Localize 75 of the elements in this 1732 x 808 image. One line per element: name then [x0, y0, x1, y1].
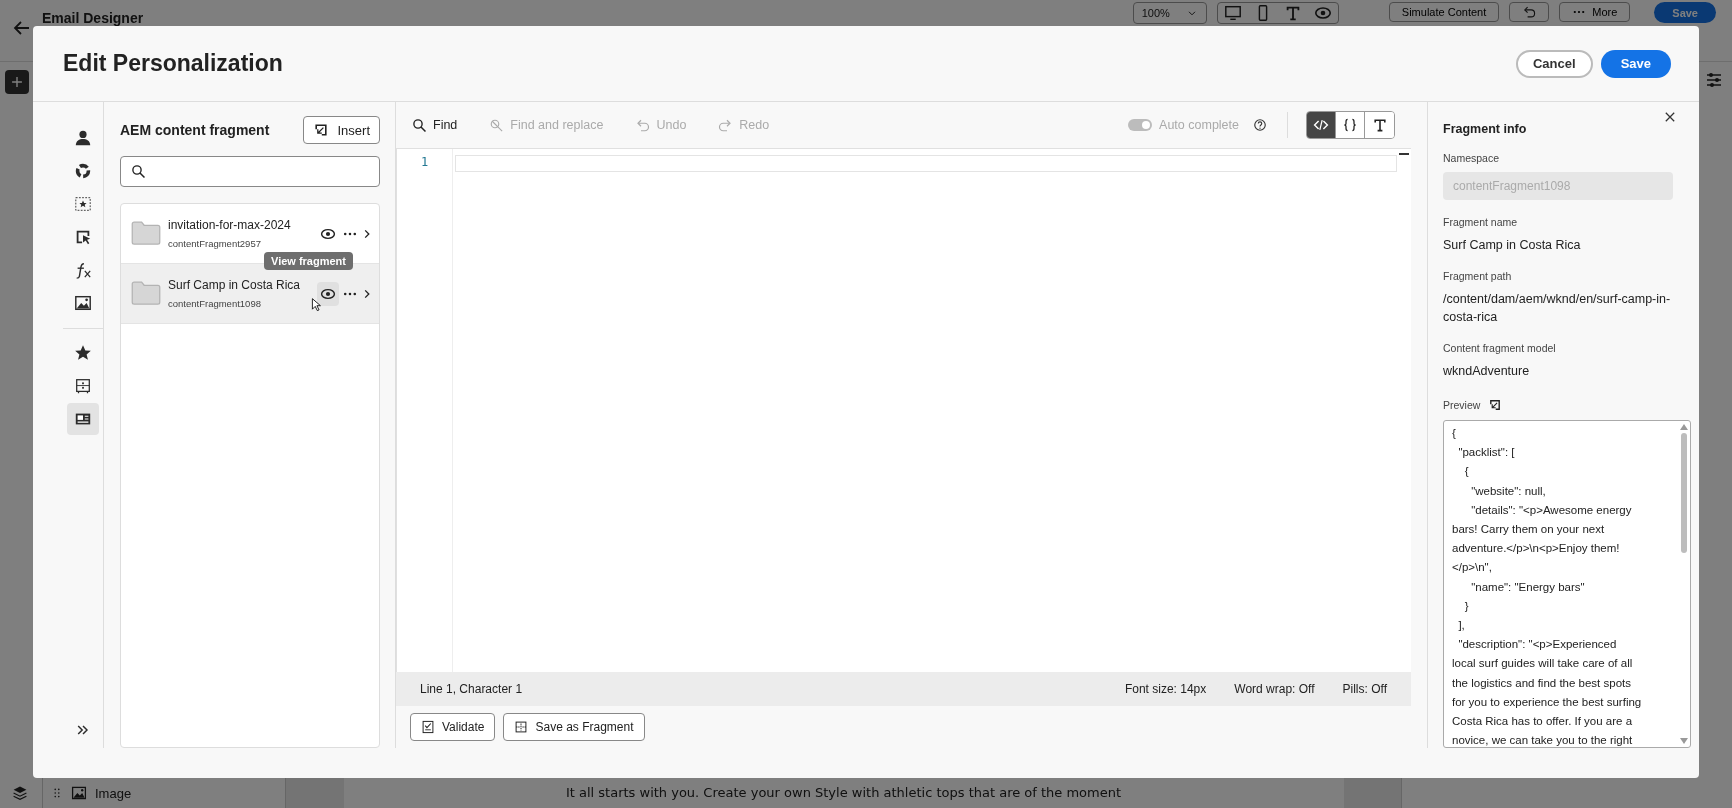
plus-icon — [10, 75, 24, 89]
field-value: /content/dam/aem/wknd/en/surf-camp-in-costa-rica — [1443, 291, 1672, 326]
fragment-name: Surf Camp in Costa Rica — [168, 278, 302, 292]
search-icon — [131, 164, 146, 179]
star-frame-icon — [74, 195, 92, 213]
validate-button[interactable]: Validate — [410, 713, 496, 741]
save-as-fragment-button[interactable]: Save as Fragment — [503, 713, 645, 741]
view-mode-button[interactable] — [1307, 112, 1336, 138]
line-number: 1 — [419, 155, 430, 171]
layers-icon[interactable] — [12, 785, 28, 801]
fragment-name: invitation-for-max-2024 — [168, 218, 292, 232]
zoom-dropdown[interactable]: 100% — [1132, 2, 1207, 24]
validate-icon — [421, 720, 435, 734]
open-icon[interactable] — [1488, 398, 1503, 412]
font-size-status[interactable]: Font size: 14px — [1124, 682, 1207, 696]
insert-icon — [313, 122, 330, 138]
undo-icon — [1522, 5, 1537, 19]
view-button[interactable] — [317, 281, 339, 306]
form-icon — [74, 377, 92, 395]
panel-title: Fragment info — [1443, 122, 1527, 136]
search-field[interactable] — [120, 156, 380, 187]
undo-button[interactable] — [1509, 2, 1550, 22]
donut-icon — [74, 162, 92, 180]
cursor-position: Line 1, Character 1 — [420, 682, 524, 696]
tooltip: View fragment — [264, 252, 353, 270]
save-button[interactable]: Save — [1600, 49, 1671, 78]
image-icon — [71, 785, 87, 801]
fragment-icon — [514, 720, 529, 734]
image-icon — [74, 294, 92, 312]
add-button[interactable] — [5, 70, 29, 94]
field-label: Preview — [1443, 399, 1481, 411]
fragment-id: contentFragment2957 — [168, 238, 262, 249]
search-icon — [412, 117, 427, 133]
code-input[interactable] — [455, 155, 1397, 172]
star-icon — [74, 344, 92, 362]
code-icon — [1313, 117, 1329, 133]
close-icon[interactable] — [1663, 110, 1677, 124]
insert-button[interactable]: Insert — [303, 116, 380, 144]
help-icon[interactable] — [1253, 118, 1267, 132]
sidebar-tab[interactable] — [67, 403, 99, 435]
scroll-marker — [1399, 153, 1409, 155]
redo-icon — [718, 117, 734, 133]
field-label: Content fragment model — [1443, 342, 1557, 354]
text-icon — [1371, 117, 1388, 133]
cancel-button[interactable]: Cancel — [1516, 49, 1593, 78]
undo-icon — [635, 117, 651, 133]
view-mode-button[interactable] — [1365, 112, 1394, 138]
layer-item[interactable]: Image — [95, 785, 132, 801]
drag-handle-icon[interactable] — [51, 787, 63, 799]
braces-icon — [1342, 117, 1358, 133]
cursor-frame-icon — [74, 228, 92, 246]
toggle-label: Auto complete — [1159, 118, 1239, 132]
find-button[interactable]: Find — [406, 113, 464, 137]
pills-status[interactable]: Pills: Off — [1342, 682, 1387, 696]
readonly-field: contentFragment1098 — [1443, 172, 1673, 200]
function-icon — [74, 261, 92, 279]
expand-icon[interactable] — [75, 722, 91, 738]
simulate-content-button[interactable]: Simulate Content — [1388, 2, 1500, 22]
dialog-title: Edit Personalization — [63, 50, 284, 77]
person-icon — [74, 129, 92, 147]
body-text: It all starts with you. Create your own Style with athletic tops that are of the moment — [565, 785, 1122, 802]
word-wrap-status[interactable]: Word wrap: Off — [1234, 682, 1315, 696]
fragment-id: contentFragment1098 — [168, 298, 262, 309]
settings-icon[interactable] — [1704, 70, 1724, 90]
more-button[interactable]: More — [1559, 2, 1631, 22]
field-value: wkndAdventure — [1443, 363, 1531, 380]
panel-title: AEM content fragment — [120, 122, 270, 138]
find-replace-icon — [489, 117, 505, 133]
field-label: Fragment path — [1443, 270, 1513, 282]
preview-text: { "packlist": [ { "website": null, "details": "<p>Awesome energy bars! Carry them on your next adventure.</p>\n<p>Enjoy them! </p>\n", "name": "Energy bars" } ], "description": "<p>Experienced local surf guides will take care of all the logistics and find the best spots for you to experience the best surfing Costa Rica has to offer. If you are a novice, we can take you to the right — [1451, 426, 1643, 747]
field-value: Surf Camp in Costa Rica — [1443, 237, 1582, 254]
field-label: Namespace — [1443, 152, 1501, 164]
field-label: Fragment name — [1443, 216, 1519, 228]
zoom-value: 100% — [1141, 7, 1170, 19]
app-title: Email Designer — [42, 10, 144, 26]
